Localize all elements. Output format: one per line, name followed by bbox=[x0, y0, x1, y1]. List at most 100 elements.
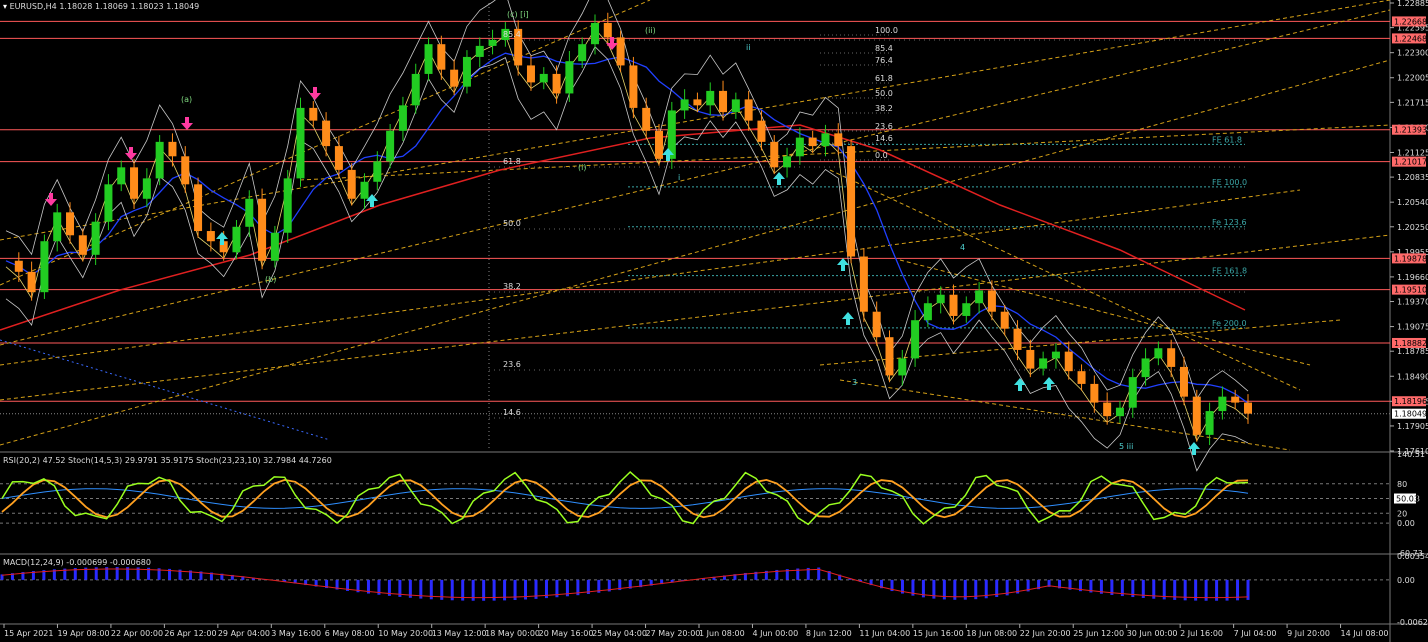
candle-body bbox=[680, 99, 689, 111]
x-tick-label: 26 Apr 12:00 bbox=[164, 629, 216, 638]
chart-labels: FE 61.8 FE 100.0 Fe 123.6 FE 161.8 Fe 200.0 1… bbox=[181, 10, 1247, 451]
arrow-up-icon bbox=[842, 312, 854, 325]
candle-body bbox=[1115, 407, 1124, 417]
wave-label: (i) bbox=[578, 163, 586, 172]
y-tick-label: 1.20250 bbox=[1397, 223, 1428, 232]
arrow-up-icon bbox=[837, 258, 849, 271]
candle-body bbox=[706, 90, 715, 106]
candle-body bbox=[91, 221, 100, 255]
wave-label: 3 bbox=[852, 378, 857, 387]
price-label-text: 1.22468 bbox=[1394, 34, 1427, 43]
candle-body bbox=[1244, 402, 1252, 414]
candle-body bbox=[488, 39, 497, 46]
candle-body bbox=[590, 22, 599, 45]
y-tick-label: 1.20835 bbox=[1397, 173, 1428, 182]
arrow-down-icon bbox=[309, 87, 321, 100]
candle-body bbox=[847, 146, 856, 257]
x-tick-label: 6 May 08:00 bbox=[325, 629, 375, 638]
candle-body bbox=[936, 294, 945, 304]
candle-body bbox=[40, 241, 49, 293]
candle-body bbox=[795, 137, 804, 157]
fib-retracement-label: 100.0 bbox=[875, 26, 898, 35]
macd-signal-line bbox=[1, 568, 1249, 599]
x-tick-label: 22 Jun 20:00 bbox=[1020, 629, 1071, 638]
candle-body bbox=[347, 169, 356, 199]
candle-body bbox=[565, 61, 574, 94]
fib-retracement-label: 0.0 bbox=[875, 151, 888, 160]
candle-body bbox=[898, 358, 907, 376]
y-tick-label: 1.21125 bbox=[1397, 148, 1428, 157]
candle-body bbox=[629, 65, 638, 108]
arrow-down-icon bbox=[181, 117, 193, 130]
x-tick-label: 13 May 12:00 bbox=[432, 629, 487, 638]
x-tick-label: 25 Jun 12:00 bbox=[1073, 629, 1124, 638]
candle-body bbox=[1039, 358, 1048, 369]
chart-canvas: FE 61.8 FE 100.0 Fe 123.6 FE 161.8 Fe 200.0 1… bbox=[0, 0, 1428, 642]
candle-body bbox=[27, 271, 36, 293]
candle-body bbox=[14, 260, 23, 272]
candle-body bbox=[539, 73, 548, 83]
candle-body bbox=[603, 22, 612, 38]
candle-body bbox=[398, 105, 407, 131]
candle-body bbox=[552, 73, 561, 94]
candle-body bbox=[181, 156, 190, 185]
moving-averages bbox=[0, 0, 1249, 472]
dashed-trendline bbox=[0, 9, 1391, 346]
dashed-trendline bbox=[299, 124, 1391, 181]
candle-body bbox=[1103, 402, 1112, 417]
arrow-markers bbox=[45, 37, 1200, 455]
wave-label: ii bbox=[746, 43, 750, 52]
candle-body bbox=[949, 294, 958, 316]
left-fib-label: 23.6 bbox=[503, 360, 521, 369]
fib-extension-label: FE 100.0 bbox=[1212, 178, 1247, 187]
candle-body bbox=[206, 231, 215, 242]
candle-body bbox=[693, 99, 702, 106]
candle-body bbox=[1128, 377, 1137, 408]
candle-body bbox=[360, 181, 369, 199]
osc-tick-label: 0.00 bbox=[1397, 519, 1415, 528]
x-tick-label: 14 Jul 08:00 bbox=[1341, 629, 1389, 638]
candle-body bbox=[232, 226, 241, 253]
price-label-text: 1.18049 bbox=[1394, 410, 1427, 419]
candle-body bbox=[155, 141, 164, 179]
y-tick-label: 1.20540 bbox=[1397, 198, 1428, 207]
wave-label: i bbox=[678, 173, 680, 182]
wave-label: 4 bbox=[960, 243, 965, 252]
wave-label: (b) bbox=[265, 275, 276, 284]
price-label-text: 1.21017 bbox=[1394, 158, 1427, 167]
left-fib-label: 14.6 bbox=[503, 408, 521, 417]
candle-body bbox=[744, 99, 753, 121]
price-label-text: 1.18196 bbox=[1394, 397, 1427, 406]
fib-extension-label: FE 161.8 bbox=[1212, 267, 1247, 276]
osc-tick-label: 20 bbox=[1397, 509, 1407, 518]
price-label-text: 1.22668 bbox=[1394, 17, 1427, 26]
candle-body bbox=[1218, 396, 1227, 412]
x-tick-label: 25 May 04:00 bbox=[592, 629, 647, 638]
macd-header: MACD(12,24,9) -0.000699 -0.000680 bbox=[3, 558, 151, 567]
candle-body bbox=[322, 120, 331, 147]
candle-body bbox=[1090, 383, 1099, 403]
y-tick-label: 1.22005 bbox=[1397, 74, 1428, 83]
candle-body bbox=[923, 303, 932, 321]
price-label-text: 1.21393 bbox=[1394, 126, 1427, 135]
macd-tick-label: -0.006253 bbox=[1397, 618, 1428, 627]
candle-body bbox=[578, 44, 587, 62]
x-tick-label: 3 May 16:00 bbox=[271, 629, 321, 638]
candle-body bbox=[53, 212, 62, 242]
candle-body bbox=[1077, 371, 1086, 384]
candle-body bbox=[142, 178, 151, 199]
candle-body bbox=[642, 107, 651, 131]
wave-label: 5 iii bbox=[1119, 442, 1133, 451]
fib-retracement-label: 23.6 bbox=[875, 122, 893, 131]
left-fib-label: 85.4 bbox=[503, 30, 521, 39]
y-tick-label: 1.22885 bbox=[1397, 0, 1428, 8]
horizontal-levels bbox=[0, 20, 1390, 419]
x-tick-label: 10 May 20:00 bbox=[378, 629, 433, 638]
fib-retracement-label: 61.8 bbox=[875, 74, 893, 83]
symbol-header: ▾ EURUSD,H4 1.18028 1.18069 1.18023 1.18… bbox=[3, 2, 200, 11]
candle-body bbox=[258, 198, 267, 261]
oscillator-header: RSI(20,2) 47.52 Stoch(14,5,3) 29.9791 35… bbox=[3, 456, 332, 465]
candle-body bbox=[1051, 351, 1060, 359]
arrow-up-icon bbox=[1043, 377, 1055, 390]
candle-body bbox=[719, 90, 728, 113]
